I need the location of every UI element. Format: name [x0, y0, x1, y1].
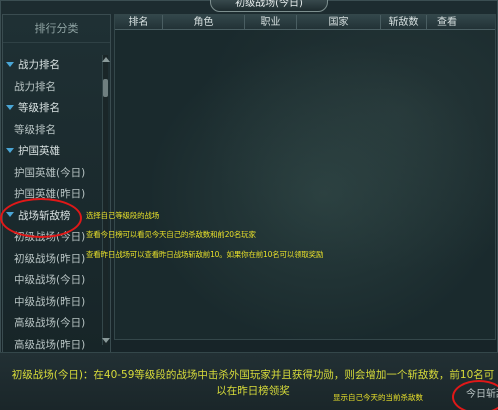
- sidebar-item-national-hero-today[interactable]: 护国英雄(今日): [3, 163, 103, 185]
- sidebar-item-national-hero[interactable]: 护国英雄: [3, 141, 103, 163]
- expand-triangle-icon: [6, 61, 14, 67]
- sidebar-item-middle-yesterday[interactable]: 中级战场(昨日): [3, 292, 103, 314]
- sidebar-item-middle-today[interactable]: 中级战场(今日): [3, 270, 103, 292]
- window-title: 初级战场(今日): [210, 0, 328, 12]
- column-character[interactable]: 角色: [163, 15, 245, 30]
- scroll-down-arrow-icon[interactable]: [102, 338, 110, 343]
- sidebar-item-power-ranking-sub[interactable]: 战力排名: [3, 77, 103, 99]
- sidebar-item-level-ranking-sub[interactable]: 等级排名: [3, 120, 103, 142]
- guide-tip-today-board: 查看今日榜可以看见今天自己的杀敌数和前20名玩家: [86, 230, 256, 239]
- guide-tip-current-kills: 显示自己今天的当前杀敌数: [333, 393, 423, 402]
- highlight-circle: [452, 380, 498, 410]
- sidebar-item-senior-today[interactable]: 高级战场(今日): [3, 313, 103, 335]
- sidebar-scrollbar[interactable]: [102, 55, 110, 345]
- sidebar-item-power-ranking[interactable]: 战力排名: [3, 55, 103, 77]
- column-class[interactable]: 职业: [245, 15, 297, 30]
- ranking-table: 排名 角色 职业 国家 斩敌数 查看: [114, 14, 496, 340]
- scroll-thumb[interactable]: [103, 79, 108, 97]
- sidebar-item-level-ranking[interactable]: 等级排名: [3, 98, 103, 120]
- sidebar-header: 排行分类: [3, 15, 110, 43]
- battlefield-description: 初级战场(今日)：在40-59等级段的战场中击杀外国玩家并且获得功勋，则会增加一…: [11, 369, 495, 397]
- ranking-category-sidebar: 排行分类 战力排名 战力排名 等级排名 等级排名 护国英雄 护国英雄(今日) 护…: [2, 14, 111, 354]
- expand-triangle-icon: [6, 104, 14, 110]
- highlight-circle: [0, 198, 82, 238]
- expand-triangle-icon: [6, 147, 14, 153]
- description-panel: 初级战场(今日)：在40-59等级段的战场中击杀外国玩家并且获得功勋，则会增加一…: [0, 352, 498, 410]
- column-rank[interactable]: 排名: [115, 15, 163, 30]
- guide-tip-yesterday-board: 查看昨日战场可以查看昨日战场斩敌前10。如果你在前10名可以领取奖励: [86, 250, 324, 259]
- table-header-row: 排名 角色 职业 国家 斩敌数 查看: [115, 15, 495, 30]
- guide-tip-select-bracket: 选择自己等级段的战场: [86, 211, 159, 220]
- scroll-up-arrow-icon[interactable]: [102, 57, 110, 62]
- column-view[interactable]: 查看: [427, 15, 467, 30]
- column-country[interactable]: 国家: [297, 15, 381, 30]
- column-kill-count[interactable]: 斩敌数: [381, 15, 427, 30]
